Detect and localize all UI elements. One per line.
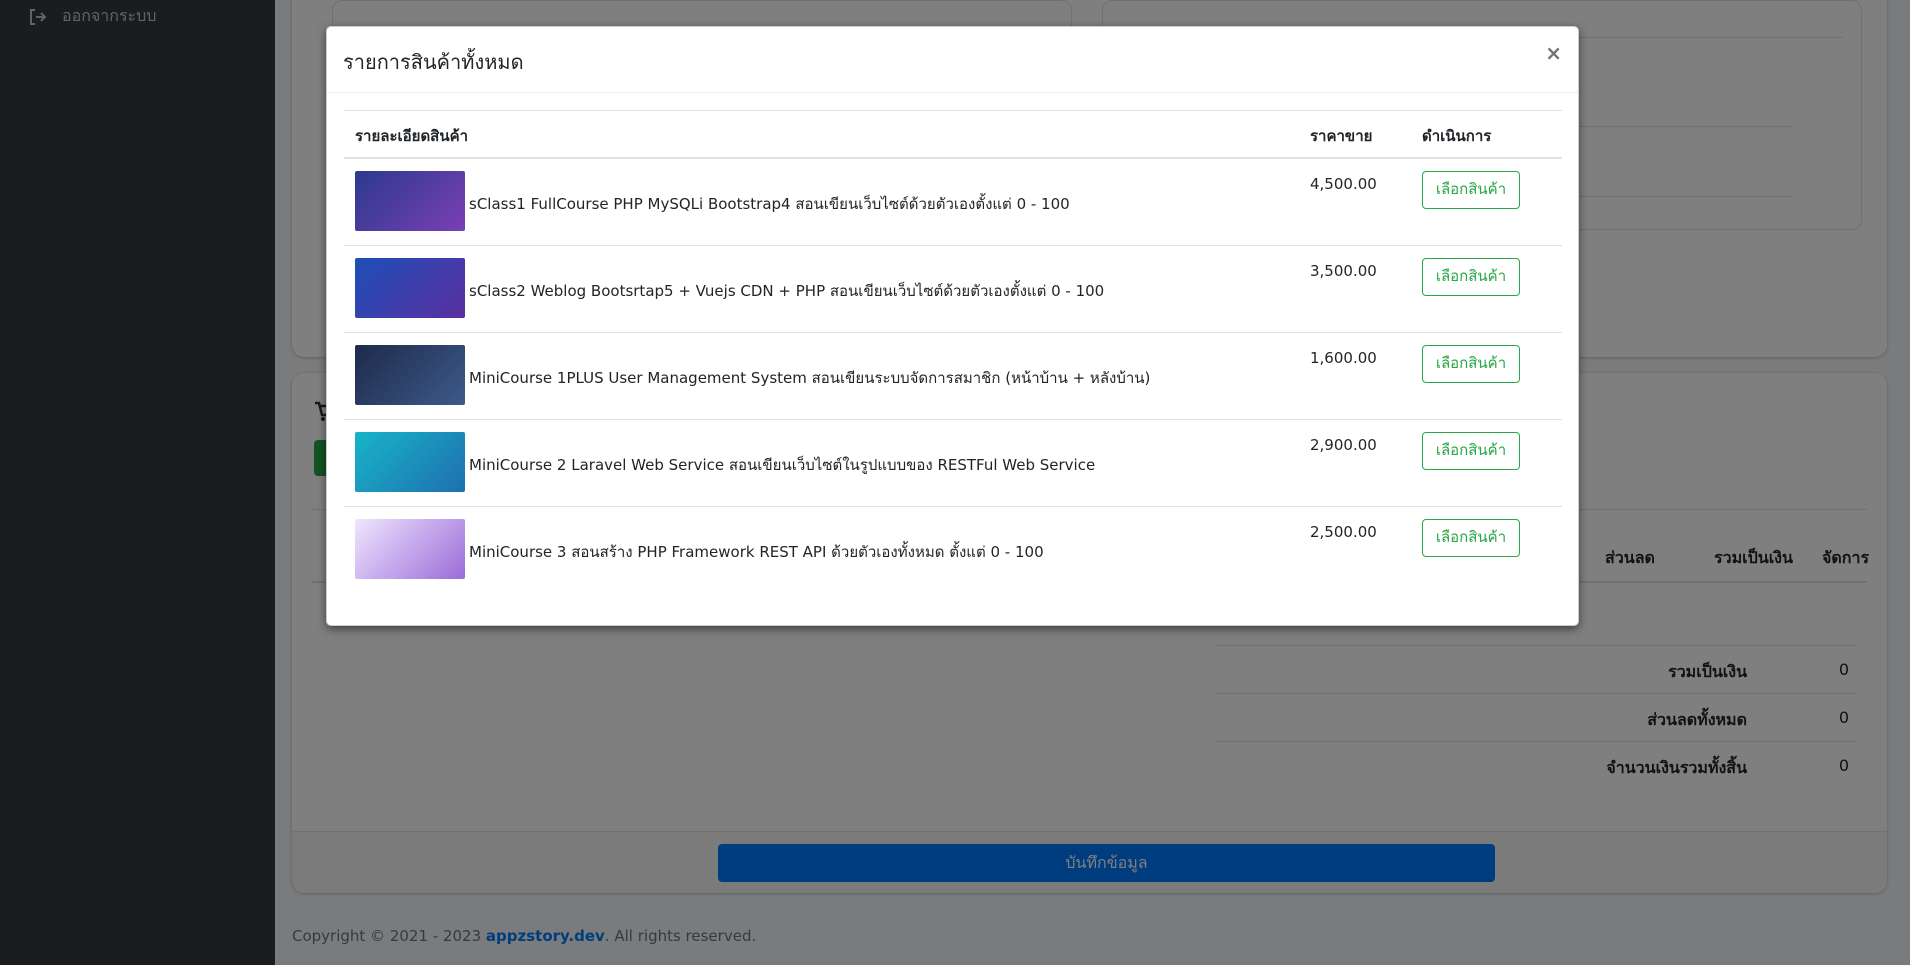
product-name: sClass2 Weblog Bootsrtap5 + Vuejs CDN + …	[469, 282, 1105, 300]
product-name: MiniCourse 1PLUS User Management System …	[469, 369, 1151, 387]
table-row: MiniCourse 2 Laravel Web Service สอนเขีย…	[344, 420, 1562, 507]
close-icon[interactable]: ×	[1545, 43, 1562, 63]
product-price: 2,500.00	[1310, 523, 1377, 541]
modal-header: รายการสินค้าทั้งหมด ×	[327, 27, 1578, 93]
table-row: sClass1 FullCourse PHP MySQLi Bootstrap4…	[344, 159, 1562, 246]
product-thumbnail	[355, 519, 465, 579]
select-product-button[interactable]: เลือกสินค้า	[1422, 258, 1520, 296]
table-row: sClass2 Weblog Bootsrtap5 + Vuejs CDN + …	[344, 246, 1562, 333]
product-thumbnail	[355, 432, 465, 492]
product-table: รายละเอียดสินค้า ราคาขาย ดำเนินการ sClas…	[344, 110, 1562, 594]
product-thumbnail	[355, 345, 465, 405]
table-row: MiniCourse 3 สอนสร้าง PHP Framework REST…	[344, 507, 1562, 594]
table-row: MiniCourse 1PLUS User Management System …	[344, 333, 1562, 420]
product-name: MiniCourse 3 สอนสร้าง PHP Framework REST…	[469, 543, 1044, 561]
th-price: ราคาขาย	[1310, 127, 1373, 145]
product-price: 1,600.00	[1310, 349, 1377, 367]
select-product-button[interactable]: เลือกสินค้า	[1422, 432, 1520, 470]
product-name: sClass1 FullCourse PHP MySQLi Bootstrap4…	[469, 195, 1070, 213]
table-header: รายละเอียดสินค้า ราคาขาย ดำเนินการ	[344, 110, 1562, 159]
product-name: MiniCourse 2 Laravel Web Service สอนเขีย…	[469, 456, 1096, 474]
modal-title: รายการสินค้าทั้งหมด	[343, 50, 524, 74]
product-list-modal: รายการสินค้าทั้งหมด × รายละเอียดสินค้า ร…	[326, 26, 1579, 626]
select-product-button[interactable]: เลือกสินค้า	[1422, 345, 1520, 383]
product-price: 4,500.00	[1310, 175, 1377, 193]
select-product-button[interactable]: เลือกสินค้า	[1422, 519, 1520, 557]
th-detail: รายละเอียดสินค้า	[355, 127, 469, 145]
select-product-button[interactable]: เลือกสินค้า	[1422, 171, 1520, 209]
product-price: 3,500.00	[1310, 262, 1377, 280]
th-action: ดำเนินการ	[1422, 127, 1492, 145]
product-price: 2,900.00	[1310, 436, 1377, 454]
product-thumbnail	[355, 258, 465, 318]
product-thumbnail	[355, 171, 465, 231]
